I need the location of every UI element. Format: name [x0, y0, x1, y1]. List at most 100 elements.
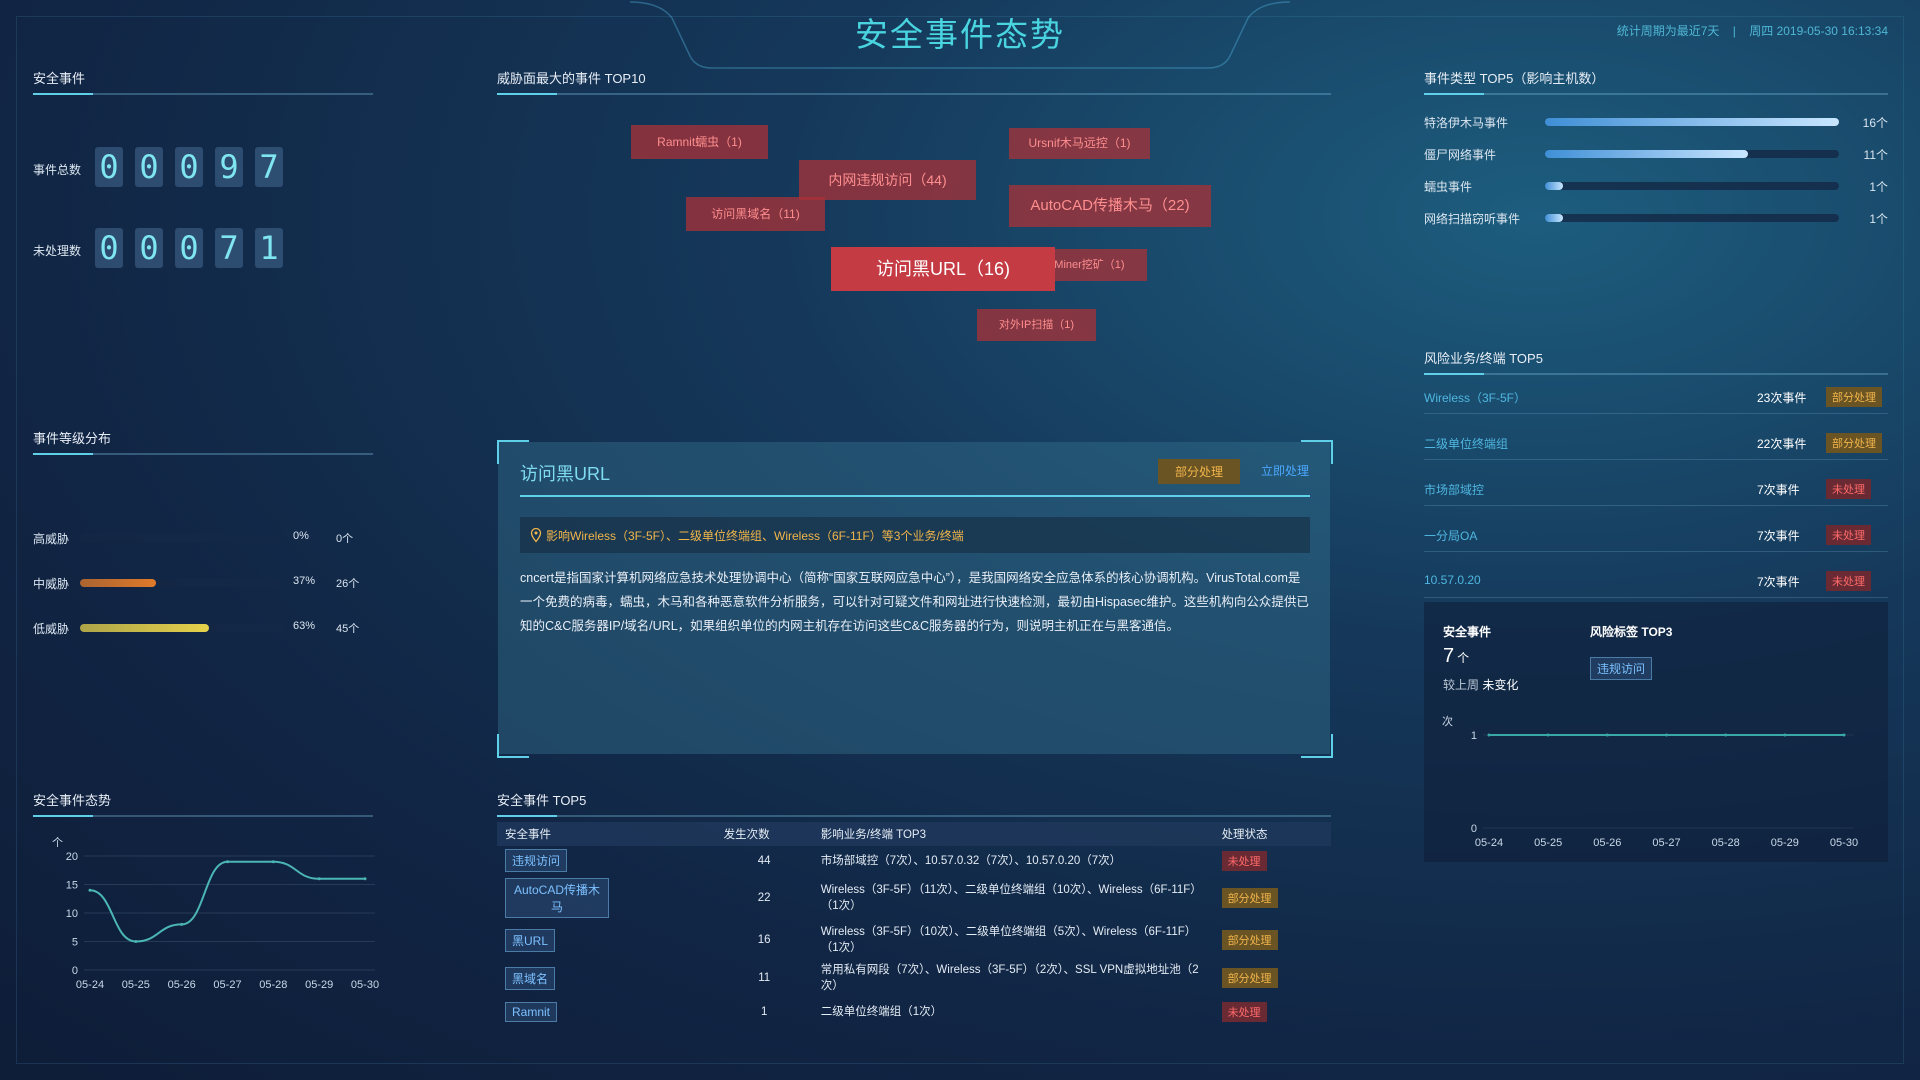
digit: 0: [175, 147, 203, 187]
events-unit: 个: [1457, 651, 1470, 665]
cloud-tag[interactable]: AutoCAD传播木马（22): [1009, 185, 1211, 227]
y-tick-label: 0: [72, 965, 78, 977]
event-tag[interactable]: 黑URL: [505, 928, 556, 952]
event-tag[interactable]: 黑域名: [505, 966, 556, 990]
risk-name[interactable]: 10.57.0.20: [1424, 573, 1481, 587]
data-point: [226, 860, 229, 864]
status-badge: 未处理: [1221, 850, 1267, 871]
y-tick-label: 0: [1471, 823, 1477, 835]
level-label: 中威胁: [33, 577, 70, 591]
data-point: [1546, 733, 1550, 737]
digit: 0: [175, 228, 203, 268]
x-tick-label: 05-27: [1652, 837, 1680, 849]
level-label: 低威胁: [33, 622, 70, 636]
x-tick-label: 05-25: [122, 979, 150, 991]
top5-table: 安全事件 发生次数 影响业务/终端 TOP3 处理状态 违规访问 44 市场部域控（…: [497, 822, 1331, 1027]
risk-name[interactable]: Wireless（3F-5F）: [1424, 389, 1526, 406]
series-line: [89, 860, 365, 943]
y-tick-label: 15: [66, 880, 78, 892]
event-cell: 黑URL: [497, 921, 716, 959]
detail-description: cncert是指国家计算机网络应急技术处理协调中心（简称“国家互联网应急中心”）…: [520, 571, 1309, 633]
event-tag[interactable]: Ramnit: [505, 1002, 558, 1022]
x-tick-label: 05-28: [1712, 837, 1740, 849]
risk-row[interactable]: 二级单位终端组 22次事件 部分处理: [1424, 427, 1888, 460]
event-tag[interactable]: 违规访问: [505, 849, 568, 872]
column-header: 处理状态: [1213, 822, 1331, 846]
risk-line-chart: 次 0 1 05-24 05-25 05-26 05-27 05-28 05-29 05-30: [1442, 714, 1858, 849]
digit: 1: [255, 228, 283, 268]
risk-row[interactable]: Wireless（3F-5F） 23次事件 部分处理: [1424, 381, 1888, 414]
unhandled-events-digits: 0 0 0 7 1: [95, 228, 283, 268]
count-cell: 1: [760, 1006, 768, 1018]
x-tick-label: 05-24: [76, 979, 104, 991]
cloud-tag[interactable]: 内网违规访问（44): [799, 160, 976, 200]
table-row: 黑URL 16 Wireless（3F-5F）（10次）、二级单位终端组（5次）、W…: [497, 921, 1331, 959]
handle-now-link[interactable]: 立即处理: [1261, 462, 1309, 479]
x-tick-label: 05-30: [351, 979, 379, 991]
event-type-label: 僵尸网络事件: [1424, 148, 1497, 162]
level-bar-fill: [80, 579, 156, 587]
panel-corner: [497, 734, 529, 758]
status-cell: 未处理: [1214, 997, 1331, 1027]
status-badge: 部分处理: [1221, 888, 1278, 908]
location-pin-icon: [530, 527, 542, 543]
detail-title-divider: [520, 495, 1310, 497]
level-label: 高威胁: [33, 532, 70, 546]
cloud-tag[interactable]: 访问黑域名（11): [686, 197, 825, 231]
cloud-tag[interactable]: 访问黑URL（16): [831, 247, 1055, 291]
total-events-digits: 0 0 0 9 7: [95, 147, 283, 187]
events-count: 7: [1443, 645, 1455, 667]
risk-tag[interactable]: 违规访问: [1590, 657, 1653, 680]
event-cell: 黑域名: [497, 959, 716, 997]
risk-count: 23次事件: [1757, 391, 1807, 405]
status-badge: 未处理: [1826, 525, 1871, 545]
impact-cell: 二级单位终端组（1次）: [820, 1006, 943, 1018]
risk-row[interactable]: 市场部域控 7次事件 未处理: [1424, 473, 1888, 506]
cloud-tag[interactable]: Ramnit蠕虫（1): [631, 125, 768, 159]
week-compare: 较上周 未变化: [1443, 676, 1518, 693]
count-cell: 44: [757, 854, 771, 867]
risk-row[interactable]: 一分局OA 7次事件 未处理: [1424, 519, 1888, 552]
status-cell: 部分处理: [1214, 875, 1331, 921]
event-type-label: 特洛伊木马事件: [1424, 116, 1509, 130]
cloud-tag[interactable]: 对外IP扫描（1): [977, 309, 1096, 341]
column-header: 影响业务/终端 TOP3: [812, 822, 1214, 846]
datetime: 周四 2019-05-30 16:13:34: [1749, 24, 1888, 38]
data-point: [1842, 733, 1846, 737]
x-tick-label: 05-28: [259, 979, 287, 991]
compare-label: 较上周: [1443, 678, 1480, 692]
digit: 7: [215, 228, 243, 268]
level-count: 0个: [336, 533, 354, 545]
status-cell: 未处理: [1214, 846, 1331, 875]
status-badge: 未处理: [1221, 1002, 1267, 1022]
event-type-bar-fill: [1545, 118, 1839, 126]
digit: 7: [255, 147, 283, 187]
risk-name[interactable]: 一分局OA: [1424, 527, 1477, 544]
section-title-trend: 安全事件态势: [33, 790, 373, 817]
risk-count: 22次事件: [1757, 437, 1807, 451]
table-row: Ramnit 1 二级单位终端组（1次） 未处理: [497, 997, 1331, 1027]
column-header: 安全事件: [497, 822, 716, 846]
status-cell: 部分处理: [1214, 959, 1331, 997]
section-title-event-types: 事件类型 TOP5（影响主机数）: [1424, 68, 1888, 95]
event-cell: Ramnit: [497, 997, 716, 1027]
risk-row[interactable]: 10.57.0.20 7次事件 未处理: [1424, 565, 1888, 598]
event-tag[interactable]: AutoCAD传播木马: [505, 878, 609, 918]
cloud-tag[interactable]: Ursnif木马远控（1): [1009, 128, 1150, 159]
status-cell: 部分处理: [1214, 921, 1331, 959]
level-bar-track: [80, 624, 285, 632]
data-point: [363, 877, 367, 881]
level-percent: 0%: [293, 530, 309, 542]
risk-name[interactable]: 市场部域控: [1424, 481, 1484, 498]
count-cell: 11: [758, 972, 771, 984]
data-point: [180, 922, 184, 926]
risk-name[interactable]: 二级单位终端组: [1424, 435, 1508, 452]
status-badge: 部分处理: [1221, 968, 1278, 988]
impact-cell: Wireless（3F-5F）（10次）、二级单位终端组（5次）、Wireles…: [820, 926, 1197, 954]
level-count: 45个: [336, 623, 360, 635]
event-type-bar-track: [1545, 182, 1839, 190]
stat-period: 统计周期为最近7天: [1616, 24, 1720, 38]
compare-value: 未变化: [1482, 678, 1519, 692]
total-events-label: 事件总数: [33, 163, 82, 177]
data-point: [88, 888, 92, 892]
